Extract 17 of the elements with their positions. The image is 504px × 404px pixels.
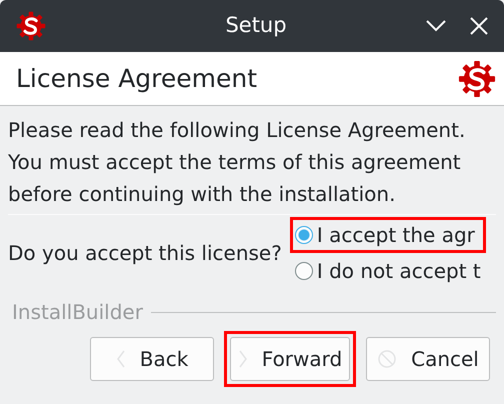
forward-button[interactable]: Forward <box>230 337 350 381</box>
cancel-button[interactable]: Cancel <box>366 337 490 381</box>
chevron-left-icon <box>116 349 126 369</box>
back-button[interactable]: Back <box>90 337 214 381</box>
question-label: Do you accept this license? <box>8 240 282 267</box>
window-title: Setup <box>224 12 288 40</box>
radio-option[interactable]: I do not accept t <box>290 253 486 289</box>
gear-logo-icon <box>458 60 496 98</box>
gear-logo-icon <box>16 11 46 41</box>
page-heading: License Agreement <box>16 62 258 95</box>
close-button[interactable] <box>470 17 488 35</box>
brand-label: InstallBuilder <box>12 299 143 326</box>
chevron-right-icon <box>238 349 248 369</box>
minimize-button[interactable] <box>426 20 446 32</box>
intro-paragraph: Please read the following License Agreement. You must accept the terms of this agreement before continuing with the installation. <box>8 117 466 208</box>
radio-option[interactable]: I accept the agr <box>290 217 486 253</box>
no-entry-icon <box>377 349 398 369</box>
